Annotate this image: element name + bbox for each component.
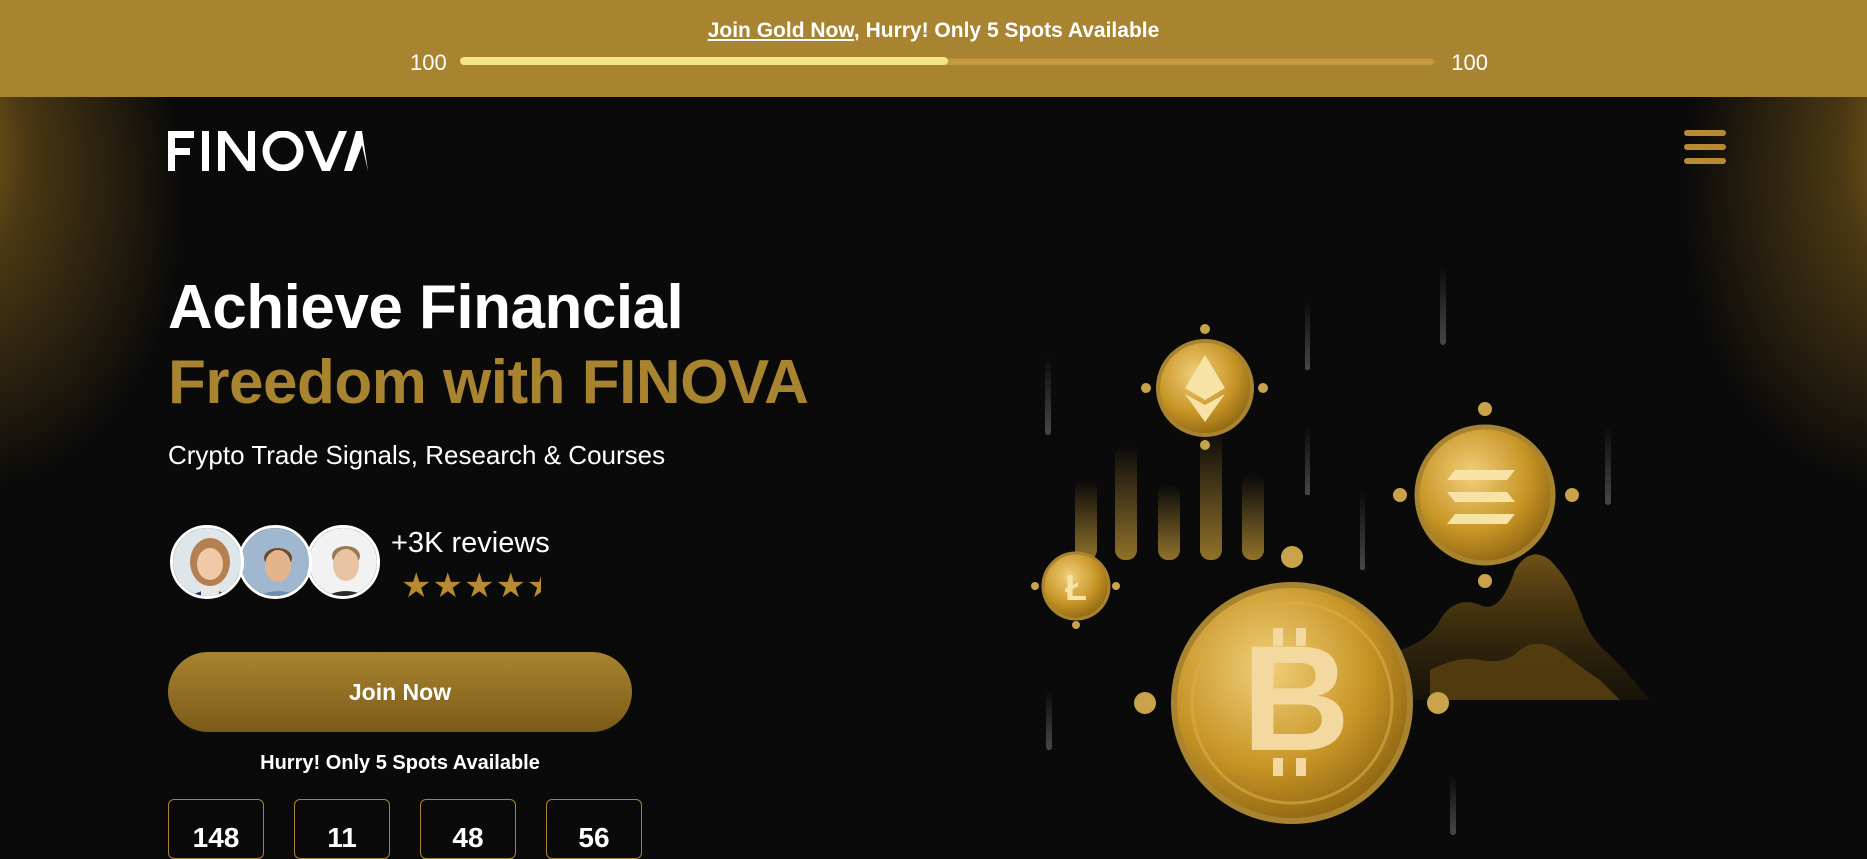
promo-bar: Join Gold Now, Hurry! Only 5 Spots Avail…	[0, 0, 1867, 97]
countdown-hours: 11	[294, 799, 390, 859]
progress-track	[460, 57, 1435, 65]
countdown-seconds: 56	[546, 799, 642, 859]
avatar	[238, 525, 312, 599]
finova-logo[interactable]	[168, 130, 368, 176]
star-rating: ★★★★★	[401, 566, 541, 615]
star-rating-icons: ★★★★★	[401, 567, 541, 605]
bitcoin-coin-icon: B	[1171, 582, 1413, 824]
countdown-minutes: 48	[420, 799, 516, 859]
subheadline: Crypto Trade Signals, Research & Courses	[168, 440, 666, 470]
progress-fill	[460, 57, 948, 65]
avatar	[306, 525, 380, 599]
headline-line-1: Achieve Financial	[168, 273, 684, 342]
promo-message: Join Gold Now, Hurry! Only 5 Spots Avail…	[0, 19, 1867, 43]
headline-line-2: Freedom with FINOVA	[168, 348, 809, 417]
reviewer-avatars	[170, 525, 385, 599]
hamburger-menu-icon[interactable]	[1684, 130, 1728, 170]
avatar	[170, 525, 244, 599]
crypto-illustration: Ł B	[960, 260, 1720, 837]
spots-available-text: Hurry! Only 5 Spots Available	[260, 752, 540, 774]
ethereum-coin-icon	[1156, 339, 1254, 437]
join-gold-link[interactable]: Join Gold Now	[708, 19, 854, 42]
solana-coin-icon	[1414, 424, 1556, 566]
litecoin-coin-icon: Ł	[1041, 551, 1111, 621]
reviews-count: +3K reviews	[391, 527, 550, 559]
progress-end-value: 100	[1451, 50, 1488, 75]
promo-message-text: , Hurry! Only 5 Spots Available	[853, 19, 1160, 42]
svg-text:Ł: Ł	[1065, 567, 1087, 608]
progress-start-value: 100	[410, 50, 447, 75]
countdown-days: 148	[168, 799, 264, 859]
spots-progress: 100 100	[400, 48, 1500, 78]
join-now-button[interactable]: Join Now	[168, 652, 632, 732]
